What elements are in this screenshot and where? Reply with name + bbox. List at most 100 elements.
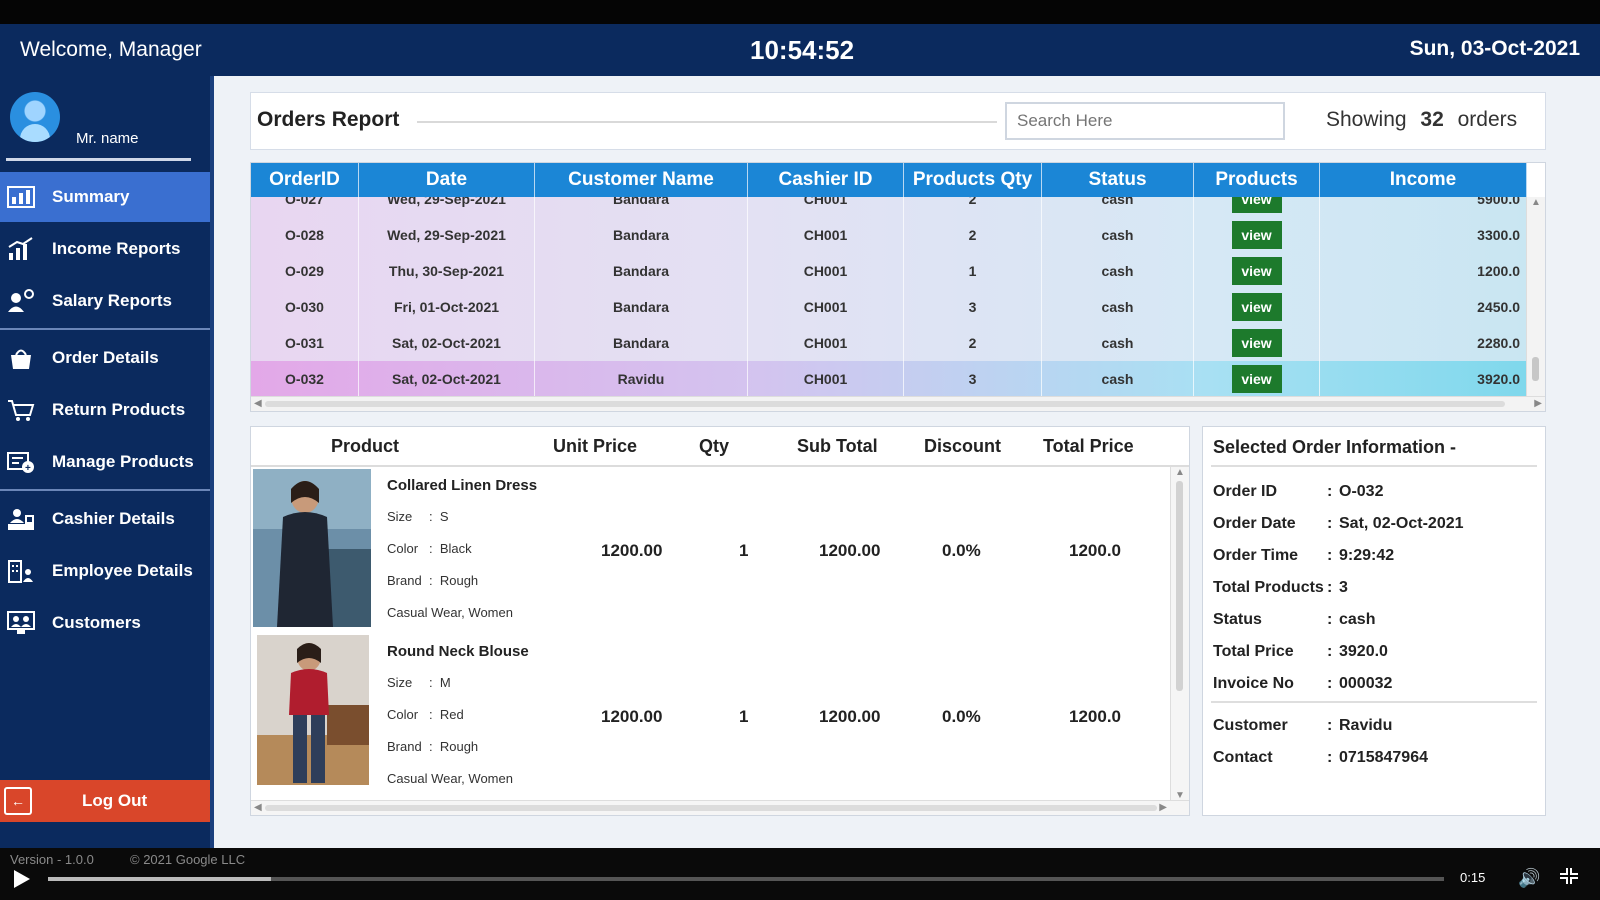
scroll-thumb[interactable] — [265, 401, 1505, 407]
logout-button[interactable]: ← Log Out — [0, 780, 210, 822]
sidebar-item-employee-details[interactable]: Employee Details — [0, 546, 210, 596]
info-label: Order Time — [1213, 547, 1299, 564]
sidebar-item-return-products[interactable]: Return Products — [0, 385, 210, 435]
info-label: Invoice No — [1213, 675, 1294, 692]
unit-price: 1200.00 — [601, 707, 663, 726]
sidebar-item-manage-products[interactable]: + Manage Products — [0, 437, 210, 487]
scroll-left-icon[interactable]: ◀ — [254, 398, 262, 409]
scroll-left-icon[interactable]: ◀ — [254, 802, 262, 813]
view-button[interactable]: view — [1231, 221, 1282, 249]
quantity: 1 — [739, 707, 749, 726]
fullscreen-exit-icon[interactable] — [1560, 868, 1578, 884]
info-value: 000032 — [1339, 675, 1393, 692]
cell-qty: 2 — [904, 325, 1042, 361]
column-header[interactable]: OrderID — [251, 163, 359, 197]
column-header[interactable]: Income — [1320, 163, 1527, 197]
sidebar-item-customers[interactable]: Customers — [0, 598, 210, 648]
size-value: S — [439, 509, 449, 524]
column-header[interactable]: Status — [1042, 163, 1194, 197]
scroll-thumb[interactable] — [1532, 357, 1539, 381]
discount: 0.0% — [942, 541, 981, 560]
products-horizontal-scrollbar[interactable]: ◀ ▶ — [251, 800, 1189, 815]
title-rule — [417, 121, 997, 123]
order-products-table: Product Unit Price Qty Sub Total Discoun… — [250, 426, 1190, 816]
table-row[interactable]: O-027 Wed, 29-Sep-2021 Bandara CH001 2 c… — [251, 197, 1527, 217]
table-row[interactable]: O-028 Wed, 29-Sep-2021 Bandara CH001 2 c… — [251, 217, 1527, 253]
cell-status: cash — [1042, 197, 1194, 217]
column-header[interactable]: Cashier ID — [748, 163, 904, 197]
showing-count: 32 — [1420, 108, 1444, 131]
cell-customer: Bandara — [535, 197, 748, 217]
scroll-thumb[interactable] — [1176, 481, 1183, 691]
column-header[interactable]: Date — [359, 163, 535, 197]
info-status: Status: cash — [1213, 611, 1376, 628]
orders-vertical-scrollbar[interactable]: ▲ — [1526, 197, 1545, 397]
divider — [1211, 465, 1537, 467]
cell-date: Sat, 02-Oct-2021 — [359, 325, 535, 361]
cashier-icon — [6, 506, 36, 532]
cell-products: view — [1194, 325, 1320, 361]
customers-icon — [6, 610, 36, 636]
view-button[interactable]: view — [1231, 257, 1282, 285]
sidebar-item-label: Customers — [52, 613, 141, 632]
video-time: 0:15 — [1460, 870, 1486, 885]
cell-date: Fri, 01-Oct-2021 — [359, 289, 535, 325]
info-value: Sat, 02-Oct-2021 — [1339, 515, 1464, 532]
cell-status: cash — [1042, 217, 1194, 253]
products-vertical-scrollbar[interactable]: ▲ ▼ — [1170, 467, 1189, 801]
column-header[interactable]: Products Qty — [904, 163, 1042, 197]
sidebar-item-income-reports[interactable]: Income Reports — [0, 224, 210, 274]
view-button[interactable]: view — [1231, 365, 1282, 393]
product-row[interactable]: Collared Linen Dress Size: S Color: Blac… — [251, 469, 1171, 631]
sidebar-item-summary[interactable]: Summary — [0, 172, 210, 222]
cell-order-id: O-029 — [251, 253, 359, 289]
product-brand: Brand: Rough — [387, 573, 479, 588]
product-name: Round Neck Blouse — [387, 643, 529, 660]
info-value: cash — [1339, 611, 1376, 628]
info-contact: Contact:0715847964 — [1213, 749, 1428, 766]
scroll-up-icon[interactable]: ▲ — [1531, 197, 1541, 208]
cell-order-id: O-028 — [251, 217, 359, 253]
logout-icon: ← — [4, 787, 32, 815]
table-row[interactable]: O-029 Thu, 30-Sep-2021 Bandara CH001 1 c… — [251, 253, 1527, 289]
column-header[interactable]: Customer Name — [535, 163, 748, 197]
view-button[interactable]: view — [1231, 293, 1282, 321]
table-row-selected[interactable]: O-032 Sat, 02-Oct-2021 Ravidu CH001 3 ca… — [251, 361, 1527, 397]
product-color: Color: Red — [387, 707, 464, 722]
column-header[interactable]: Products — [1194, 163, 1320, 197]
view-button[interactable]: view — [1231, 197, 1282, 213]
scroll-thumb[interactable] — [265, 805, 1157, 811]
sidebar-item-label: Return Products — [52, 400, 186, 419]
size-value: M — [439, 675, 451, 690]
search-input[interactable] — [1005, 102, 1285, 140]
page-title: Orders Report — [257, 108, 400, 131]
main-content: Orders Report Showing 32 orders OrderID … — [214, 76, 1600, 848]
cell-cashier: CH001 — [748, 289, 904, 325]
unit-price: 1200.00 — [601, 541, 663, 560]
cell-qty: 2 — [904, 217, 1042, 253]
scroll-up-icon[interactable]: ▲ — [1175, 467, 1185, 478]
info-value: O-032 — [1339, 483, 1384, 500]
product-row[interactable]: Round Neck Blouse Size: M Color: Red Bra… — [251, 635, 1171, 797]
product-size: Size: S — [387, 509, 449, 524]
play-icon[interactable] — [14, 870, 30, 888]
column-header: Qty — [699, 436, 730, 456]
scroll-right-icon[interactable]: ▶ — [1159, 802, 1167, 813]
video-progress-bar[interactable] — [48, 877, 1444, 881]
cell-income: 3920.0 — [1320, 361, 1527, 397]
view-button[interactable]: view — [1231, 329, 1282, 357]
info-label: Contact — [1213, 749, 1273, 766]
sidebar-item-order-details[interactable]: Order Details — [0, 333, 210, 383]
table-row[interactable]: O-030 Fri, 01-Oct-2021 Bandara CH001 3 c… — [251, 289, 1527, 325]
sidebar-item-salary-reports[interactable]: Salary Reports — [0, 276, 210, 326]
sidebar-item-label: Salary Reports — [52, 291, 172, 310]
orders-horizontal-scrollbar[interactable]: ◀ ▶ — [251, 396, 1545, 411]
table-row[interactable]: O-031 Sat, 02-Oct-2021 Bandara CH001 2 c… — [251, 325, 1527, 361]
column-header: Product — [331, 436, 400, 456]
cell-customer: Bandara — [535, 253, 748, 289]
column-header: Total Price — [1043, 436, 1134, 456]
scroll-right-icon[interactable]: ▶ — [1534, 398, 1542, 409]
sidebar-item-cashier-details[interactable]: Cashier Details — [0, 494, 210, 544]
volume-icon[interactable]: 🔊 — [1518, 868, 1540, 889]
size-label: Size — [387, 509, 413, 524]
